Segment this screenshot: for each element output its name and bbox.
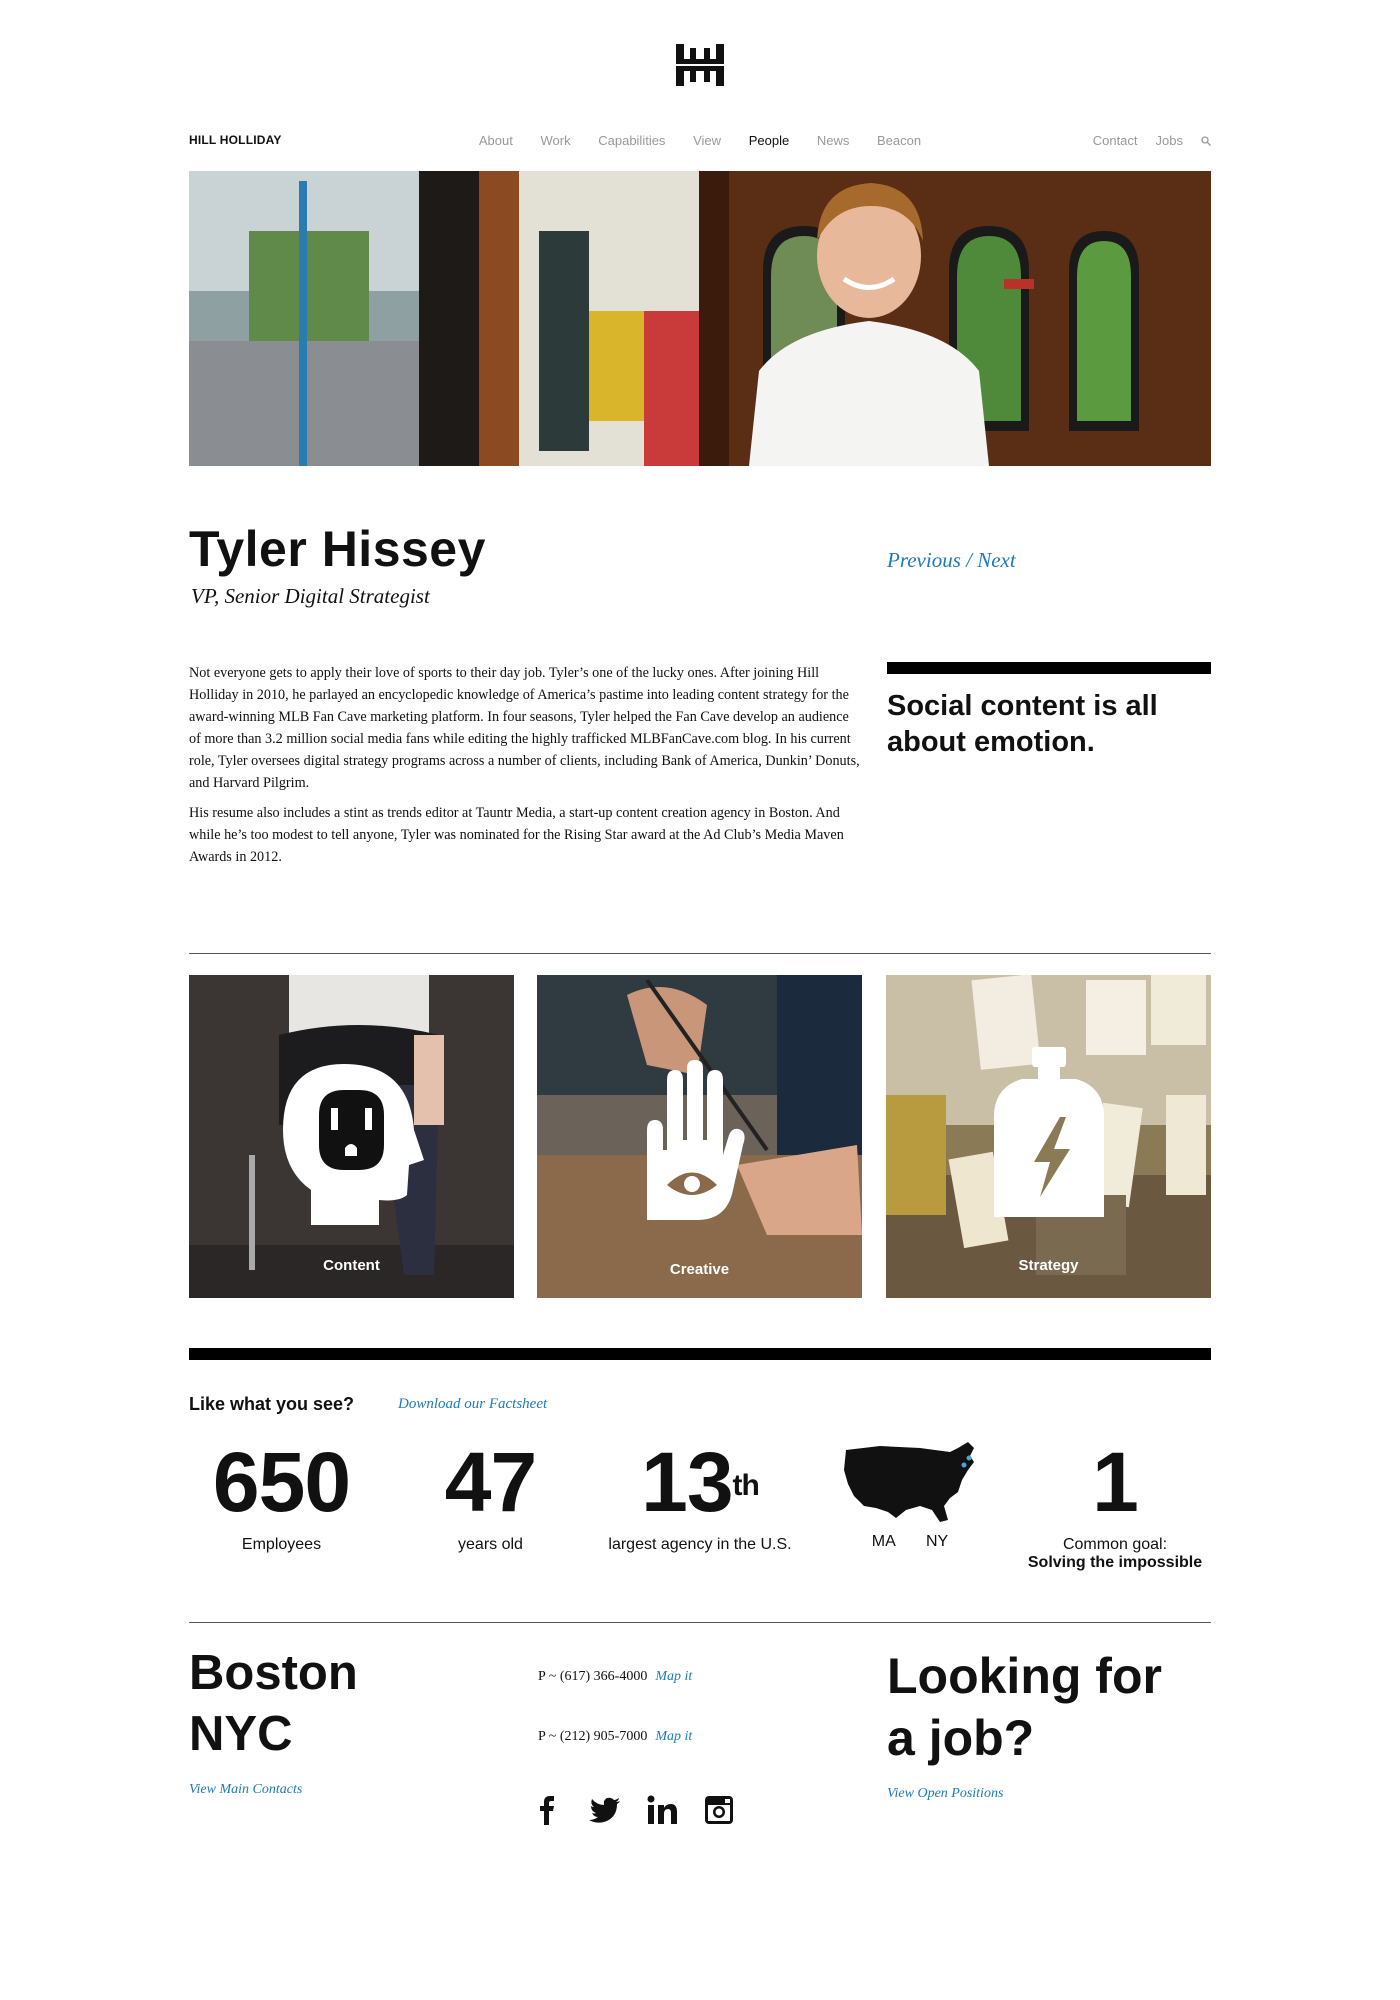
stat-label: years old [458,1536,523,1553]
previous-next-link[interactable]: Previous / Next [887,548,1016,573]
brand-link[interactable]: HILL HOLLIDAY [189,133,282,147]
profile-hero-photo [189,171,1211,466]
stat-number: 13th [590,1440,810,1524]
map-it-link[interactable]: Map it [655,1669,692,1684]
twitter-icon[interactable] [588,1793,622,1827]
nav-news[interactable]: News [817,133,850,148]
section-divider [189,953,1211,954]
bio-paragraph: His resume also includes a stint as tren… [189,805,844,865]
office-ma: MA [871,1533,895,1550]
phone-number: P ~ (212) 905-7000 [538,1729,648,1744]
tile-label: Content [323,1257,380,1274]
stat-label: Employees [241,1536,322,1553]
instagram-icon[interactable] [702,1793,736,1827]
pull-quote: Social content is all about emotion. [887,690,1158,758]
outlet-head-icon [283,1064,424,1225]
hh-logo-icon[interactable] [674,44,726,86]
main-nav: HILL HOLLIDAY About Work Capabilities Vi… [189,131,1211,151]
view-main-contacts-link[interactable]: View Main Contacts [189,1782,302,1798]
nav-about[interactable]: About [479,133,513,148]
office-ny: NY [926,1533,949,1550]
nav-beacon[interactable]: Beacon [877,133,921,148]
quote-divider [887,662,1211,674]
phone-nyc: P ~ (212) 905-7000 Map it [538,1729,692,1745]
map-it-link[interactable]: Map it [655,1729,692,1744]
stat-number: 1 [1092,1435,1139,1529]
download-factsheet-link[interactable]: Download our Factsheet [398,1396,547,1413]
tile-label: Strategy [1018,1257,1079,1274]
search-icon[interactable] [1201,135,1211,146]
nav-contact[interactable]: Contact [1093,133,1138,148]
stat-number-value: 13 [641,1435,733,1529]
eye-hand-icon [647,1060,745,1220]
stat-rank: 13th largest agency in the U.S. [590,1440,810,1554]
stat-label: MA NY [835,1533,985,1551]
capability-tile-creative[interactable]: Creative [537,975,862,1298]
stat-label: Common goal: [1062,1536,1168,1553]
city-boston: Boston [189,1646,358,1700]
linkedin-icon[interactable] [645,1793,679,1827]
facts-heading: Like what you see? [189,1394,355,1414]
stat-years: 47 years old [418,1440,563,1554]
stat-number: 47 [444,1435,537,1529]
person-name: Tyler Hissey [189,521,486,577]
capability-tile-strategy[interactable]: Strategy [886,975,1211,1298]
capability-tile-content[interactable]: Content [189,975,514,1298]
nav-people[interactable]: People [749,133,789,148]
stat-label: largest agency in the U.S. [608,1536,792,1553]
stat-label-bold: Solving the impossible [1027,1554,1203,1571]
city-nyc: NYC [189,1707,293,1761]
nav-utility: Contact Jobs [1093,133,1211,148]
nav-links: About Work Capabilities View People News… [465,133,935,148]
bottle-bolt-icon [994,1047,1104,1217]
facts-divider [189,1348,1211,1360]
bio-paragraph: Not everyone gets to apply their love of… [189,665,860,791]
phone-number: P ~ (617) 366-4000 [538,1669,648,1684]
stat-offices: MA NY [835,1440,985,1551]
stat-employees: 650 Employees [189,1440,374,1554]
nav-view[interactable]: View [693,133,721,148]
person-title: VP, Senior Digital Strategist [191,584,430,608]
jobs-heading-line: a job? [887,1710,1035,1766]
footer-divider [189,1622,1211,1623]
view-open-positions-link[interactable]: View Open Positions [887,1786,1003,1802]
jobs-heading-line: Looking for [887,1648,1162,1704]
tile-label: Creative [669,1261,730,1278]
stat-number: 650 [212,1435,351,1529]
jobs-heading: Looking for a job? [887,1645,1162,1769]
stat-number-suffix: th [732,1469,760,1502]
facebook-icon[interactable] [530,1793,564,1827]
nav-capabilities[interactable]: Capabilities [598,133,665,148]
usa-map-icon [844,1442,974,1522]
phone-boston: P ~ (617) 366-4000 Map it [538,1669,692,1685]
stat-goal: 1 Common goal: Solving the impossible [1015,1440,1215,1572]
nav-jobs[interactable]: Jobs [1156,133,1183,148]
nav-work[interactable]: Work [540,133,570,148]
person-bio: Not everyone gets to apply their love of… [189,662,861,876]
